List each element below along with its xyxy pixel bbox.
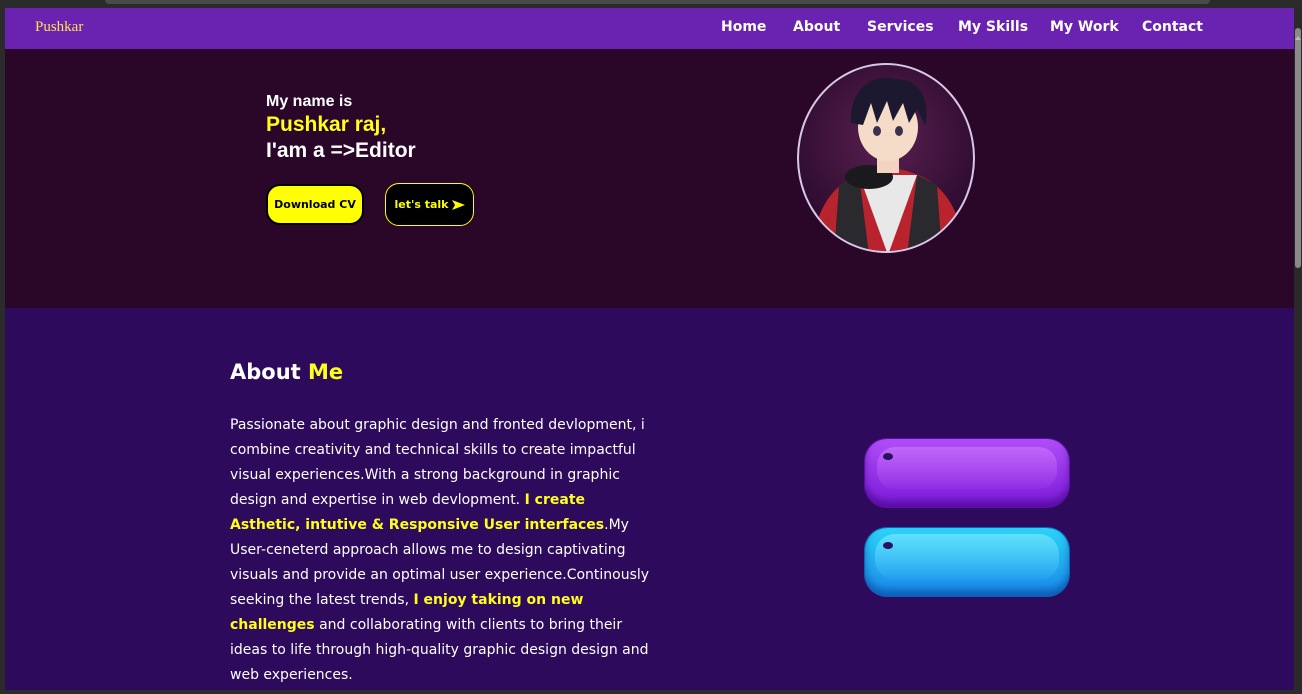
hero-section: My name is Pushkar raj, I'am a =>Editor … <box>5 49 1294 308</box>
hero-name: Pushkar raj, <box>266 113 387 136</box>
nav-services[interactable]: Services <box>867 19 934 35</box>
hero-intro: My name is <box>266 93 353 110</box>
hero-role: I'am a =>Editor <box>266 139 416 162</box>
blue-glossy-button[interactable] <box>865 528 1069 596</box>
browser-top-strip <box>0 0 1302 8</box>
nav-my-work[interactable]: My Work <box>1050 19 1119 35</box>
about-paragraph: Passionate about graphic design and fron… <box>230 413 650 688</box>
avatar-illustration <box>809 77 967 251</box>
lets-talk-label: let's talk <box>394 198 449 211</box>
page-scrollbar[interactable] <box>1294 8 1302 690</box>
about-title: About Me <box>230 360 343 384</box>
about-title-highlight: Me <box>308 360 344 384</box>
scroll-up-icon[interactable] <box>1295 36 1301 40</box>
nav-links: Home About Services My Skills My Work Co… <box>5 19 1294 39</box>
about-section: About Me Passionate about graphic design… <box>5 308 1294 690</box>
purple-glossy-button[interactable] <box>865 439 1069 507</box>
nav-about[interactable]: About <box>793 19 840 35</box>
send-arrow-icon <box>451 199 465 210</box>
window-border-bottom <box>0 690 1302 694</box>
nav-contact[interactable]: Contact <box>1142 19 1203 35</box>
nav-home[interactable]: Home <box>721 19 766 35</box>
gloss-dot-icon <box>883 453 893 460</box>
download-cv-label: Download CV <box>274 198 356 211</box>
address-bar[interactable] <box>105 0 1210 4</box>
profile-avatar <box>797 63 975 253</box>
about-title-plain: About <box>230 360 301 384</box>
download-cv-button[interactable]: Download CV <box>266 184 364 225</box>
scrollbar-thumb[interactable] <box>1295 28 1301 268</box>
lets-talk-button[interactable]: let's talk <box>385 183 474 226</box>
gloss-dot-icon <box>883 542 893 549</box>
navbar: Pushkar Home About Services My Skills My… <box>5 8 1294 49</box>
page-viewport: Pushkar Home About Services My Skills My… <box>5 8 1294 690</box>
nav-my-skills[interactable]: My Skills <box>958 19 1028 35</box>
